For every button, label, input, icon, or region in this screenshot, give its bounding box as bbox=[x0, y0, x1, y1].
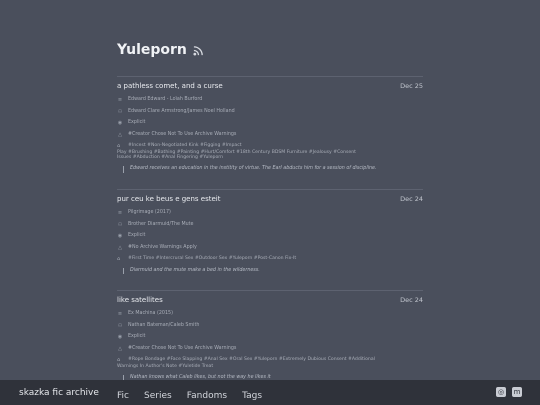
eye-icon: ◉ bbox=[117, 334, 123, 341]
rating-text: Explicit bbox=[128, 233, 146, 239]
fic-date: Dec 24 bbox=[400, 195, 423, 204]
relationship-row: ⚇ Brother Diarmuid/The Mute bbox=[117, 222, 423, 228]
tags-row: ⌂ #First Time #Intercrural Sex #Outdoor … bbox=[117, 256, 423, 263]
rating-row: ◉ Explicit bbox=[117, 120, 423, 126]
warning-icon: △ bbox=[118, 131, 122, 138]
warnings-row: △ #No Archive Warnings Apply bbox=[117, 245, 423, 251]
tags-line[interactable]: #First Time #Intercrural Sex #Outdoor Se… bbox=[128, 256, 296, 263]
people-icon: ⚇ bbox=[117, 108, 123, 115]
instagram-icon[interactable]: ◎ bbox=[496, 387, 506, 397]
main-content: Yuleporn a pathless comet, and a curse D… bbox=[117, 42, 423, 396]
tags-line[interactable]: Issues #Abduction #Anal Fingering #Yulep… bbox=[117, 155, 423, 161]
warning-icon: △ bbox=[118, 244, 122, 251]
fic-title-link[interactable]: a pathless comet, and a curse bbox=[117, 82, 223, 90]
people-icon: ⚇ bbox=[117, 221, 123, 228]
rating-row: ◉ Explicit bbox=[117, 334, 423, 340]
tags-line[interactable]: #Rope Bondage #Face Slapping #Anal Sex #… bbox=[128, 357, 375, 364]
relationship-row: ⚇ Nathan Bateman/Caleb Smith bbox=[117, 323, 423, 329]
fic-summary: Edward receives an education in the inst… bbox=[123, 166, 423, 174]
page: Yuleporn a pathless comet, and a curse D… bbox=[0, 0, 540, 405]
fandom-link[interactable]: Pilgrimage (2017) bbox=[128, 210, 171, 216]
book-icon: ≡ bbox=[117, 311, 123, 318]
rss-icon[interactable] bbox=[193, 45, 204, 56]
fandom-link[interactable]: Ex Machina (2015) bbox=[128, 311, 173, 317]
fic-entry: a pathless comet, and a curse Dec 25 ≡ E… bbox=[117, 76, 423, 174]
people-icon: ⚇ bbox=[117, 322, 123, 329]
fandom-link[interactable]: Edward Edward - Loïah Burford bbox=[128, 97, 202, 103]
rating-row: ◉ Explicit bbox=[117, 233, 423, 239]
eye-icon: ◉ bbox=[117, 233, 123, 240]
footer-nav: Fic Series Fandoms Tags bbox=[117, 383, 272, 402]
header: Yuleporn bbox=[117, 42, 423, 58]
warning-icon: △ bbox=[118, 345, 122, 352]
warning-tag[interactable]: #Creator Chose Not To Use Archive Warnin… bbox=[128, 346, 236, 352]
warnings-row: △ #Creator Chose Not To Use Archive Warn… bbox=[117, 132, 423, 138]
fic-entry: pur ceu ke beus e gens esteit Dec 24 ≡ P… bbox=[117, 189, 423, 275]
nav-series[interactable]: Series bbox=[144, 391, 172, 401]
book-icon: ≡ bbox=[117, 210, 123, 217]
relationship-row: ⚇ Edward Clare Armstrong/James Noel Holl… bbox=[117, 109, 423, 115]
mastodon-icon[interactable]: m bbox=[512, 387, 522, 397]
book-icon: ≡ bbox=[117, 97, 123, 103]
fandom-row: ≡ Ex Machina (2015) bbox=[117, 311, 423, 317]
rating-text: Explicit bbox=[128, 334, 146, 340]
relationship-link[interactable]: Nathan Bateman/Caleb Smith bbox=[128, 323, 199, 329]
warning-tag[interactable]: #No Archive Warnings Apply bbox=[128, 245, 197, 251]
warning-tag[interactable]: #Creator Chose Not To Use Archive Warnin… bbox=[128, 132, 236, 138]
tags-row: ⌂ #Rope Bondage #Face Slapping #Anal Sex… bbox=[117, 357, 423, 369]
site-name-link[interactable]: skazka fic archive bbox=[19, 388, 99, 398]
social-icons: ◎ m bbox=[496, 387, 522, 397]
rating-text: Explicit bbox=[128, 120, 146, 125]
fandom-row: ≡ Pilgrimage (2017) bbox=[117, 210, 423, 216]
fandom-row: ≡ Edward Edward - Loïah Burford bbox=[117, 97, 423, 103]
page-title: Yuleporn bbox=[117, 42, 187, 58]
fic-date: Dec 25 bbox=[400, 82, 423, 90]
tags-row: ⌂ #Incest #Non-Negotiated Kink #Figging … bbox=[117, 143, 423, 161]
nav-tags[interactable]: Tags bbox=[242, 391, 262, 401]
relationship-link[interactable]: Edward Clare Armstrong/James Noel Hollan… bbox=[128, 109, 235, 115]
fic-date: Dec 24 bbox=[400, 296, 423, 305]
warnings-row: △ #Creator Chose Not To Use Archive Warn… bbox=[117, 346, 423, 352]
tags-line[interactable]: Warnings In Author's Note #Yuletide Trea… bbox=[117, 364, 423, 370]
tag-icon: ⌂ bbox=[117, 357, 121, 364]
footer-bar: skazka fic archive Fic Series Fandoms Ta… bbox=[0, 380, 540, 405]
fic-title-link[interactable]: like satellites bbox=[117, 296, 163, 304]
tag-icon: ⌂ bbox=[117, 256, 121, 263]
eye-icon: ◉ bbox=[117, 120, 123, 126]
tags-line[interactable]: #Incest #Non-Negotiated Kink #Figging #I… bbox=[128, 143, 242, 150]
nav-fandoms[interactable]: Fandoms bbox=[187, 391, 227, 401]
fic-entry: like satellites Dec 24 ≡ Ex Machina (201… bbox=[117, 290, 423, 382]
fic-summary: Diarmuid and the mute make a bed in the … bbox=[123, 267, 423, 275]
fic-title-link[interactable]: pur ceu ke beus e gens esteit bbox=[117, 195, 220, 203]
relationship-link[interactable]: Brother Diarmuid/The Mute bbox=[128, 222, 193, 228]
tag-icon: ⌂ bbox=[117, 143, 121, 149]
nav-fic[interactable]: Fic bbox=[117, 391, 129, 401]
